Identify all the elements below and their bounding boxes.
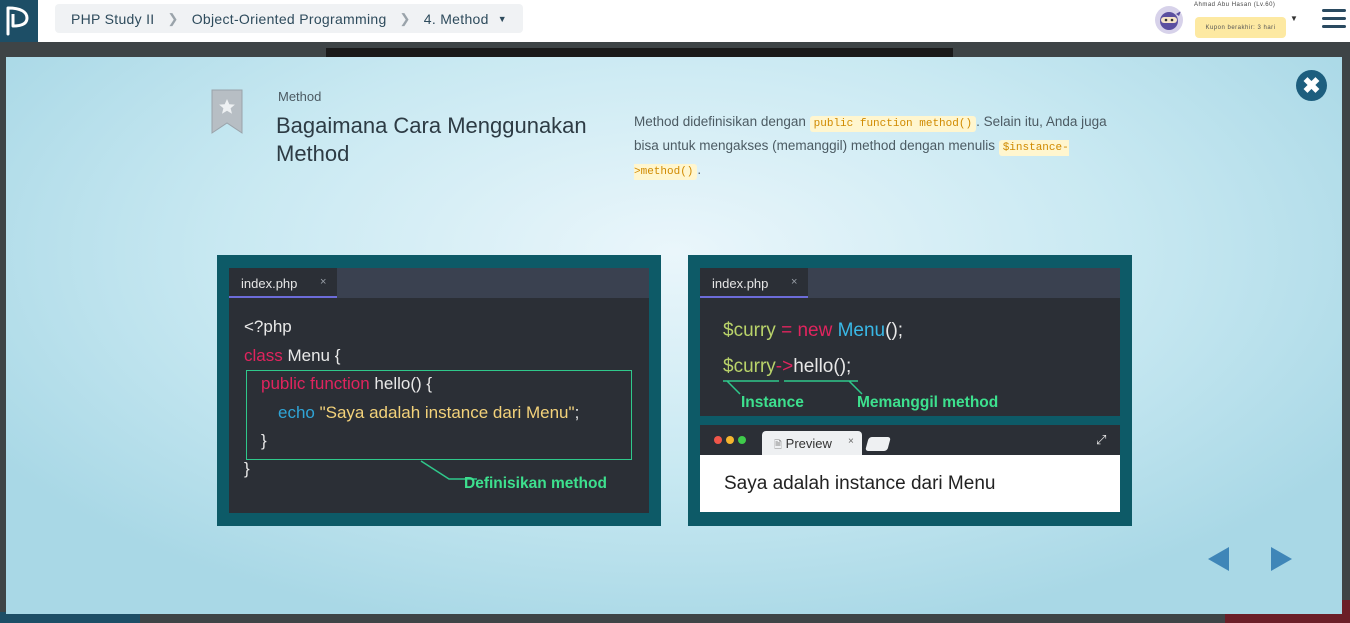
editor-tab-bar: index.php × [229,268,649,298]
code-line: } [244,459,250,478]
annotation-label-call: Memanggil method [857,394,999,411]
slide-title: Bagaimana Cara Menggunakan Method [276,113,587,166]
code-variable: $curry [723,320,776,341]
code-line: $curry->hello(); [723,356,851,378]
close-icon: × [848,436,854,447]
slide-description: Method didefinisikan dengan public funct… [634,111,1124,183]
window-close-dot [714,436,722,444]
close-icon: ✖ [1302,72,1321,98]
logo-icon [6,6,29,36]
previous-slide-arrow-icon[interactable] [1208,547,1229,571]
code-operator: = [775,320,798,341]
expand-icon: ⤢ [1096,432,1107,447]
editor-tab: index.php × [229,268,337,298]
hamburger-menu-icon[interactable] [1322,9,1346,29]
description-text: . [697,162,702,177]
preview-tab: 🗎 Preview × [762,431,862,455]
close-button[interactable]: ✖ [1296,70,1327,101]
code-operator: -> [775,356,794,377]
slide-modal: ✖ Method Bagaimana Cara Menggunakan Meth… [6,57,1342,614]
close-icon: × [791,276,798,288]
code-editor: index.php × <?php class Menu { public fu… [229,268,649,513]
code-class: Menu [832,320,886,341]
window-minimize-dot [726,436,734,444]
method-highlight-box [246,370,632,460]
code-line: class Menu { [244,346,340,366]
code-line: <?php [244,317,292,336]
slide-kicker: Method [278,89,322,104]
close-icon: × [320,276,327,288]
code-illustration-definition: index.php × <?php class Menu { public fu… [217,255,661,526]
top-bar: PHP Study II ❯ Object-Oriented Programmi… [0,0,1350,42]
code-illustration-call: index.php × $curry = new Menu(); $curry-… [688,255,1132,526]
preview-window: 🗎 Preview × ⤢ Saya adalah instance dari … [700,425,1120,512]
chevron-right-icon: ❯ [167,10,179,26]
breadcrumb-course[interactable]: PHP Study II [71,11,155,27]
code-text: hello(); [793,356,852,377]
preview-title-bar: 🗎 Preview × ⤢ [700,425,1120,455]
window-maximize-dot [738,436,746,444]
user-name: Ahmad Abu Hasan (Lv.60) [1194,2,1276,8]
caret-down-icon[interactable]: ▼ [1290,14,1298,23]
code-variable: $curry [723,356,776,377]
code-keyword: new [797,320,833,341]
code-text: (); [885,320,904,341]
caret-down-icon[interactable]: ▼ [498,14,507,24]
editor-tab-bar: index.php × [700,268,1120,298]
coupon-badge: Kupon berakhir: 3 hari [1195,17,1286,38]
breadcrumb: PHP Study II ❯ Object-Oriented Programmi… [55,4,523,33]
chevron-right-icon: ❯ [399,10,411,26]
preview-output: Saya adalah instance dari Menu [724,473,996,494]
inline-code: public function method() [809,116,977,132]
annotation-label: Definisikan method [464,475,607,492]
logo[interactable] [0,0,38,42]
ninja-avatar-icon [1160,11,1181,30]
breadcrumb-chapter[interactable]: Object-Oriented Programming [192,11,387,27]
preview-tab-label: Preview [785,436,832,451]
bookmark-star-icon[interactable] [211,89,243,134]
document-icon: 🗎 [774,440,783,451]
avatar[interactable] [1155,6,1183,34]
code-editor: index.php × $curry = new Menu(); $curry-… [700,268,1120,416]
annotation-label-instance: Instance [741,394,804,411]
new-tab-icon [865,437,891,451]
code-text: Menu { [282,346,341,365]
editor-tab-label: index.php [241,276,298,291]
next-slide-arrow-icon[interactable] [1271,547,1292,571]
code-line: $curry = new Menu(); [723,320,903,342]
description-text: Method didefinisikan dengan [634,114,810,129]
editor-tab-label: index.php [712,276,769,291]
editor-tab: index.php × [700,268,808,298]
code-keyword: class [244,346,283,365]
user-menu[interactable]: Ahmad Abu Hasan (Lv.60) Kupon berakhir: … [1150,0,1300,42]
breadcrumb-lesson[interactable]: 4. Method [424,11,489,27]
